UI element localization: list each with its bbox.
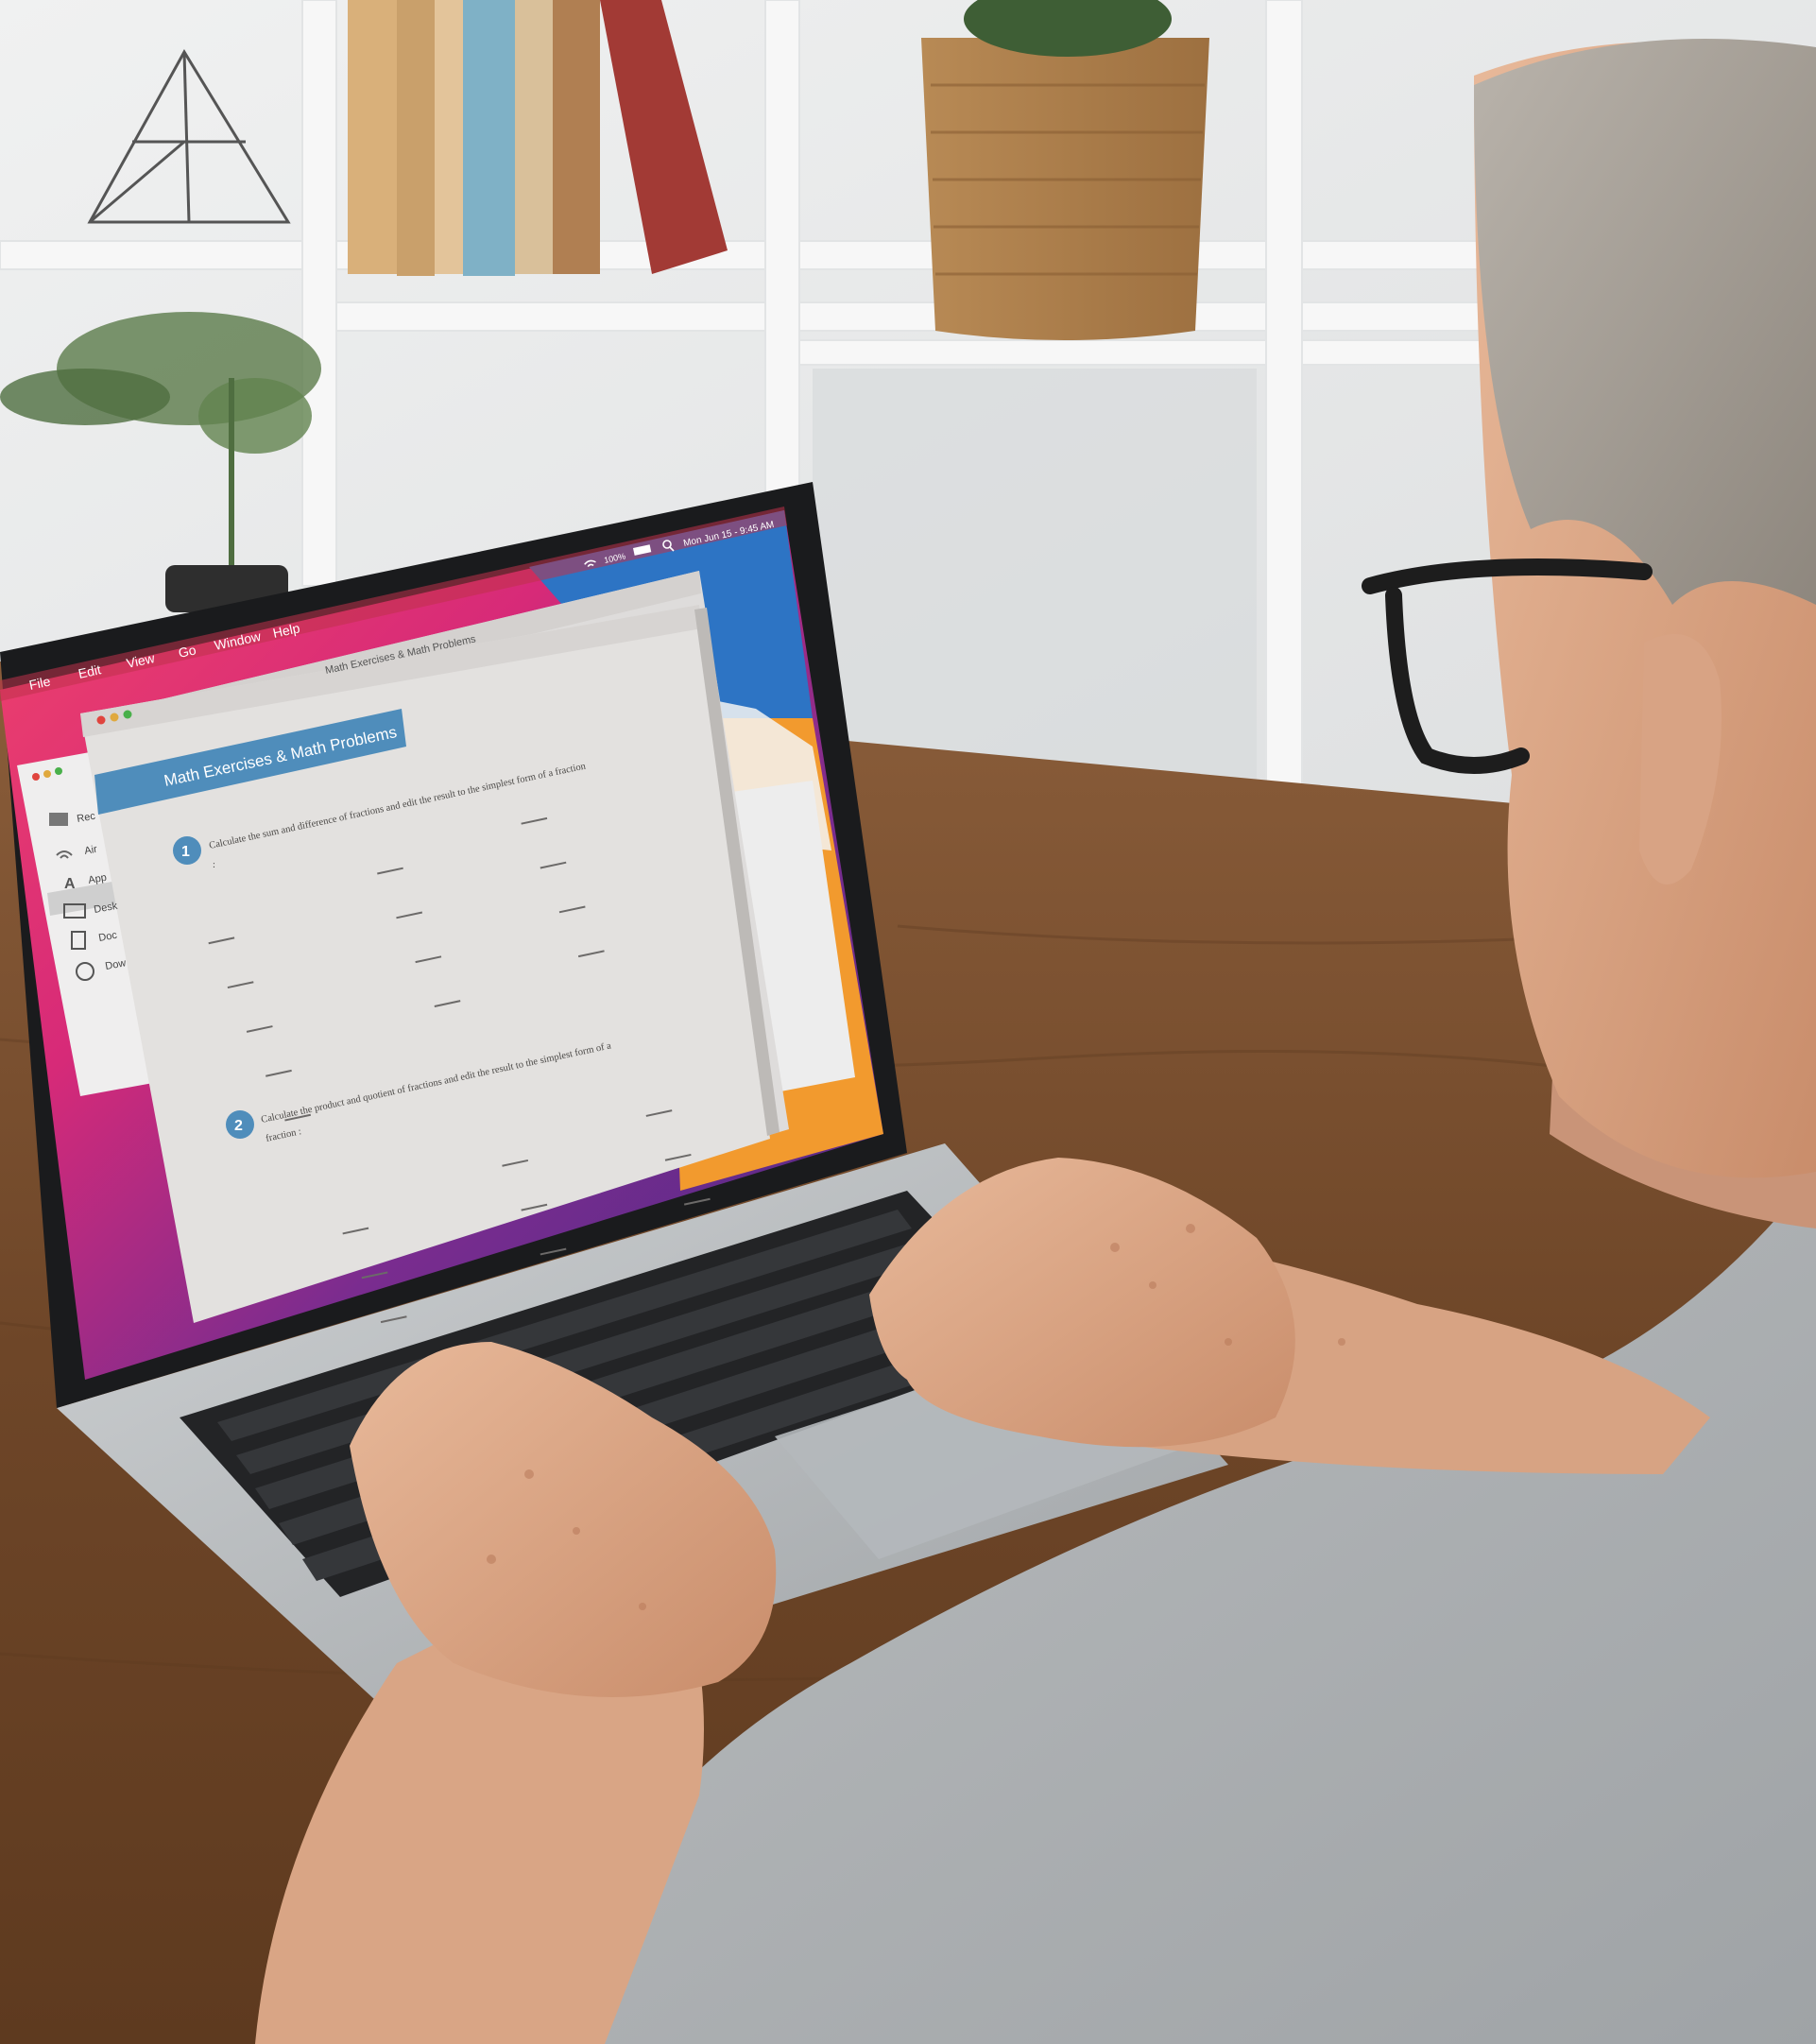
- exercise-2-number: 2: [234, 1118, 243, 1134]
- photo-scene: File Edit View Go Window Help 100% Mon J…: [0, 0, 1816, 2044]
- doc-max-dot: [123, 710, 132, 719]
- applications-icon: A: [64, 876, 76, 892]
- basket-planter: [921, 0, 1209, 340]
- finder-min-dot: [43, 770, 51, 778]
- books: [348, 0, 728, 276]
- finder-close-dot: [32, 773, 40, 781]
- doc-min-dot: [110, 713, 119, 722]
- printer-icon: [49, 813, 68, 826]
- finder-max-dot: [55, 767, 62, 775]
- exercise-1-colon: :: [213, 860, 215, 870]
- exercise-1-number: 1: [181, 844, 190, 860]
- doc-close-dot: [96, 715, 106, 725]
- sidebar-item-air[interactable]: Air: [83, 844, 98, 857]
